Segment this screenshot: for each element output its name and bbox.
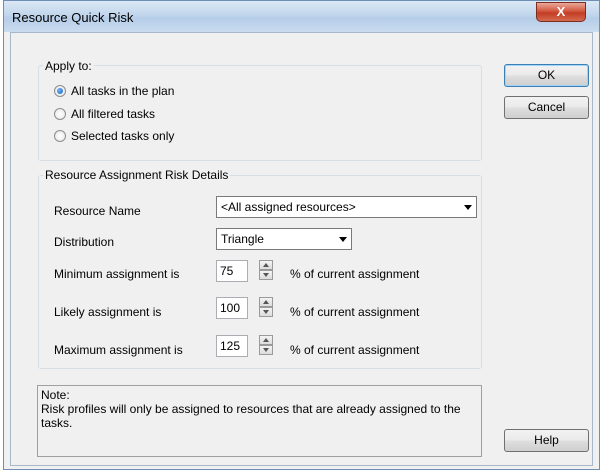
close-icon: X bbox=[556, 4, 566, 19]
spin-up-icon[interactable] bbox=[259, 297, 273, 307]
maximum-input[interactable]: 125 bbox=[216, 335, 248, 357]
likely-stepper[interactable] bbox=[259, 297, 273, 317]
apply-to-label: Apply to: bbox=[43, 59, 94, 73]
dialog-title: Resource Quick Risk bbox=[12, 10, 134, 25]
spin-up-icon[interactable] bbox=[259, 335, 273, 345]
maximum-label: Maximum assignment is bbox=[54, 343, 183, 357]
note-heading: Note: bbox=[41, 388, 70, 402]
maximum-stepper[interactable] bbox=[259, 335, 273, 355]
maximum-value: 125 bbox=[220, 339, 241, 353]
radio-selected-tasks[interactable]: Selected tasks only bbox=[54, 129, 174, 143]
distribution-label: Distribution bbox=[54, 235, 115, 249]
risk-details-label: Resource Assignment Risk Details bbox=[43, 168, 231, 182]
chevron-down-icon bbox=[339, 237, 347, 242]
likely-suffix: % of current assignment bbox=[290, 305, 420, 319]
note-box: Note: Risk profiles will only be assigne… bbox=[37, 385, 482, 457]
likely-value: 100 bbox=[220, 301, 241, 315]
radio-selected-tasks-label: Selected tasks only bbox=[71, 129, 175, 143]
cancel-button[interactable]: Cancel bbox=[504, 96, 589, 119]
radio-unselected-icon[interactable] bbox=[54, 130, 66, 142]
minimum-value: 75 bbox=[220, 264, 234, 278]
spin-down-icon[interactable] bbox=[259, 270, 273, 280]
likely-input[interactable]: 100 bbox=[216, 297, 248, 319]
help-button[interactable]: Help bbox=[504, 429, 589, 452]
chevron-down-icon bbox=[464, 205, 472, 210]
note-text: Risk profiles will only be assigned to r… bbox=[41, 402, 461, 430]
spin-down-icon[interactable] bbox=[259, 345, 273, 355]
minimum-label: Minimum assignment is bbox=[54, 267, 180, 281]
ok-button[interactable]: OK bbox=[504, 64, 589, 87]
radio-unselected-icon[interactable] bbox=[54, 108, 66, 120]
radio-selected-icon[interactable] bbox=[54, 85, 66, 97]
dialog-window: Resource Quick Risk X Apply to: All task… bbox=[3, 0, 600, 470]
minimum-suffix: % of current assignment bbox=[290, 267, 420, 281]
resource-name-value: <All assigned resources> bbox=[221, 200, 356, 214]
radio-filtered-tasks-label: All filtered tasks bbox=[71, 107, 156, 121]
resource-name-dropdown[interactable]: <All assigned resources> bbox=[216, 196, 477, 218]
radio-all-tasks-label: All tasks in the plan bbox=[71, 84, 175, 98]
dialog-content: Apply to: All tasks in the plan All filt… bbox=[10, 32, 593, 466]
close-button[interactable]: X bbox=[536, 2, 586, 22]
minimum-stepper[interactable] bbox=[259, 260, 273, 280]
distribution-dropdown[interactable]: Triangle bbox=[216, 228, 352, 250]
spin-up-icon[interactable] bbox=[259, 260, 273, 270]
resource-name-label: Resource Name bbox=[54, 204, 141, 218]
title-bar[interactable]: Resource Quick Risk X bbox=[4, 1, 599, 32]
radio-all-tasks[interactable]: All tasks in the plan bbox=[54, 84, 174, 98]
maximum-suffix: % of current assignment bbox=[290, 343, 420, 357]
likely-label: Likely assignment is bbox=[54, 305, 162, 319]
spin-down-icon[interactable] bbox=[259, 307, 273, 317]
radio-filtered-tasks[interactable]: All filtered tasks bbox=[54, 107, 155, 121]
minimum-input[interactable]: 75 bbox=[216, 260, 248, 282]
distribution-value: Triangle bbox=[221, 232, 264, 246]
